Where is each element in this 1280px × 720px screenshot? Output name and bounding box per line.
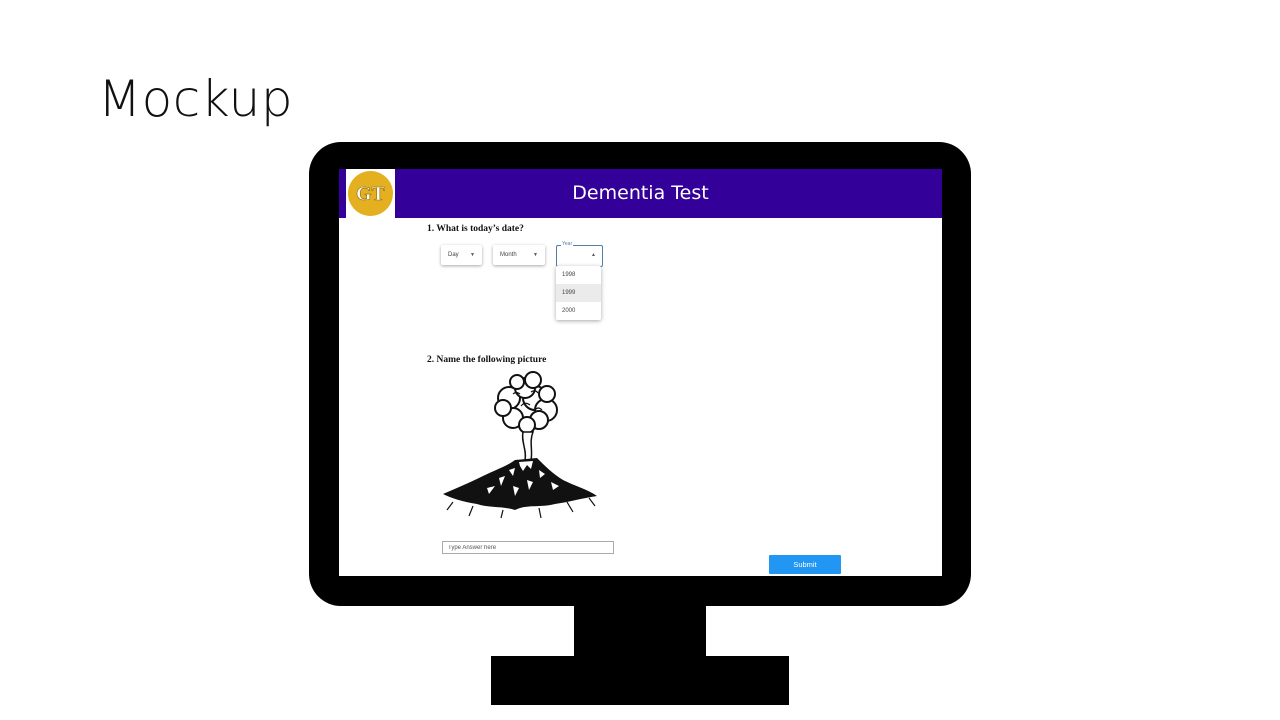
app-title: Dementia Test bbox=[572, 182, 709, 204]
volcano-icon bbox=[443, 371, 597, 519]
app-screen: Dementia Test GT 1. What is today’s date… bbox=[339, 169, 942, 576]
gt-logo-text: GT bbox=[356, 183, 386, 205]
gt-logo[interactable]: GT bbox=[346, 169, 395, 218]
answer-input[interactable] bbox=[442, 541, 614, 554]
year-select-label: Year bbox=[561, 241, 574, 247]
monitor-base bbox=[491, 656, 789, 705]
year-option[interactable]: 1998 bbox=[556, 266, 601, 284]
monitor-neck bbox=[574, 604, 706, 658]
year-dropdown-list: 1998 1999 2000 bbox=[556, 266, 601, 320]
question-1-label: 1. What is today’s date? bbox=[427, 224, 524, 234]
caret-up-icon: ▲ bbox=[591, 252, 596, 258]
submit-button[interactable]: Submit bbox=[769, 555, 841, 574]
month-select[interactable]: Month ▼ bbox=[493, 245, 545, 265]
question-2-label: 2. Name the following picture bbox=[427, 355, 547, 365]
year-select[interactable]: Year ▲ bbox=[556, 241, 603, 267]
caret-down-icon: ▼ bbox=[533, 252, 538, 258]
year-option[interactable]: 2000 bbox=[556, 302, 601, 320]
app-header: Dementia Test GT bbox=[339, 169, 942, 218]
day-select[interactable]: Day ▼ bbox=[441, 245, 482, 265]
gt-logo-icon: GT bbox=[356, 183, 386, 206]
month-select-label: Month bbox=[500, 252, 517, 258]
year-option[interactable]: 1999 bbox=[556, 284, 601, 302]
slide-title: Mockup bbox=[98, 70, 294, 128]
day-select-label: Day bbox=[448, 252, 459, 258]
caret-down-icon: ▼ bbox=[470, 252, 475, 258]
